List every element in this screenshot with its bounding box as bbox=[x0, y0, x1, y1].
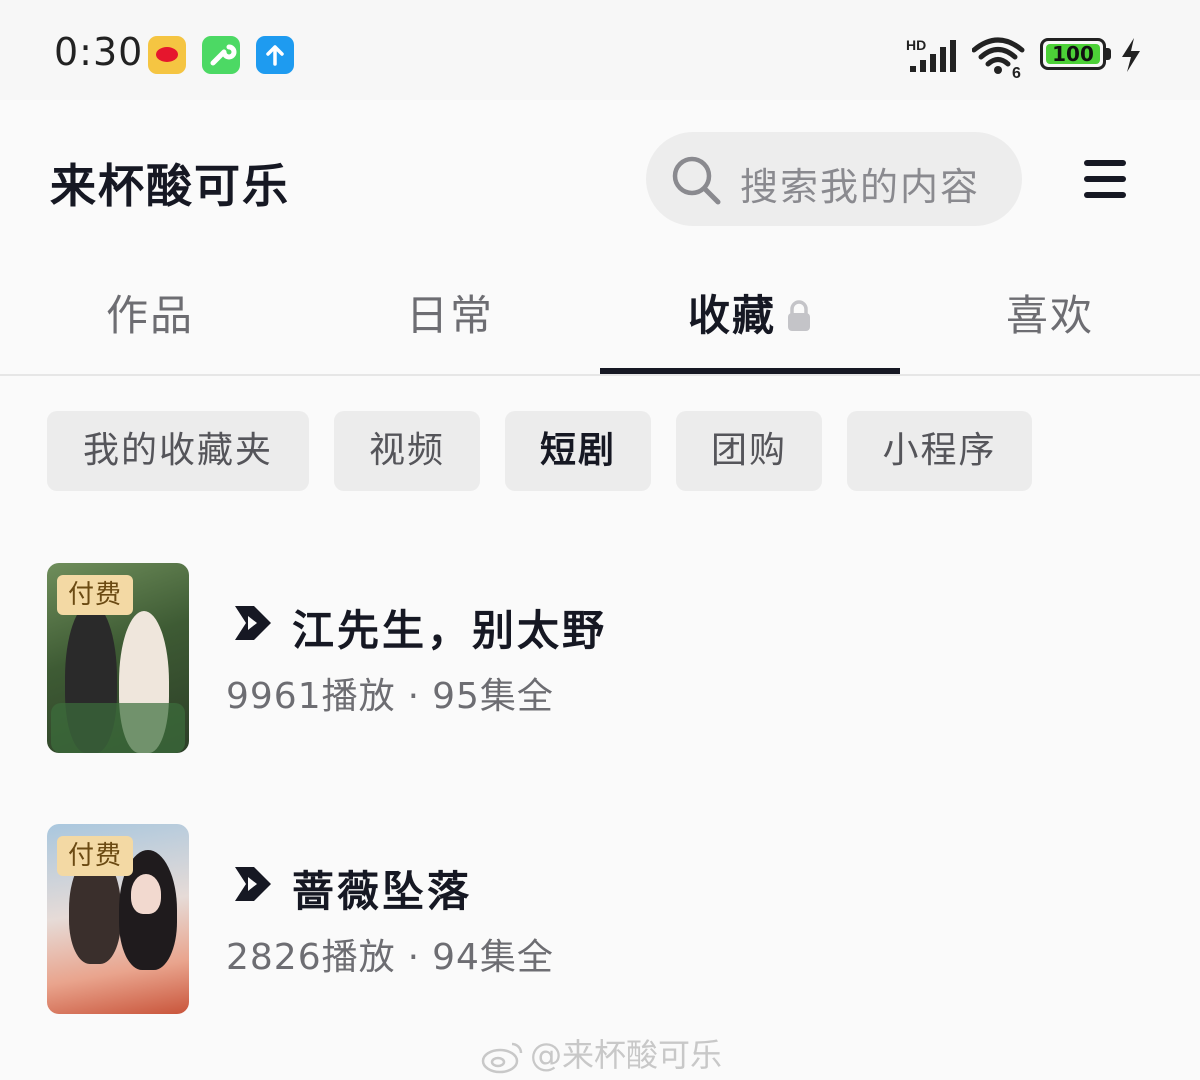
filter-videos[interactable]: 视频 bbox=[334, 411, 480, 491]
paid-badge: 付费 bbox=[57, 836, 133, 876]
menu-icon[interactable] bbox=[1084, 158, 1128, 198]
short-drama-icon bbox=[235, 606, 271, 640]
weibo-logo-icon bbox=[481, 1042, 523, 1074]
status-time: 0:30 bbox=[54, 30, 144, 74]
episode-count: 95集全 bbox=[432, 676, 554, 717]
meta-separator: · bbox=[407, 676, 421, 717]
search-box[interactable]: 搜索我的内容 bbox=[646, 132, 1022, 226]
drama-cover[interactable]: 付费 bbox=[47, 563, 189, 753]
watermark: @来杯酸可乐 bbox=[480, 1030, 722, 1076]
cover-foliage bbox=[51, 703, 185, 753]
search-placeholder: 搜索我的内容 bbox=[740, 165, 981, 209]
status-bar: 0:30 HD 6 100 bbox=[0, 0, 1200, 100]
episode-count: 94集全 bbox=[432, 937, 554, 978]
paid-badge: 付费 bbox=[57, 575, 133, 615]
battery-icon: 100 bbox=[1040, 38, 1106, 70]
tab-label: 日常 bbox=[405, 291, 494, 340]
svg-text:6: 6 bbox=[1012, 65, 1021, 80]
tab-label: 作品 bbox=[105, 291, 194, 340]
upload-notification-icon bbox=[256, 36, 294, 74]
tab-label: 收藏 bbox=[687, 291, 776, 340]
drama-title: 蔷薇坠落 bbox=[292, 867, 473, 916]
filter-mini-programs[interactable]: 小程序 bbox=[847, 411, 1032, 491]
cellular-signal-icon: HD bbox=[906, 37, 956, 72]
profile-name: 来杯酸可乐 bbox=[50, 159, 290, 213]
watermark-text: @来杯酸可乐 bbox=[530, 1036, 723, 1074]
filter-short-dramas[interactable]: 短剧 bbox=[505, 411, 651, 491]
drama-meta: 9961播放 · 95集全 bbox=[226, 667, 554, 719]
lock-icon bbox=[788, 299, 810, 331]
tab-likes[interactable]: 喜欢 bbox=[900, 270, 1200, 372]
svg-text:HD: HD bbox=[906, 37, 926, 53]
battery-level: 100 bbox=[1052, 42, 1094, 66]
tab-works[interactable]: 作品 bbox=[0, 270, 300, 372]
filter-group-buy[interactable]: 团购 bbox=[676, 411, 822, 491]
play-count: 9961播放 bbox=[226, 676, 396, 717]
charging-bolt-icon bbox=[1122, 38, 1140, 72]
search-icon bbox=[672, 156, 721, 205]
list-item[interactable]: 付费 蔷薇坠落 2826播放 · 94集全 bbox=[0, 824, 1200, 1014]
drama-meta: 2826播放 · 94集全 bbox=[226, 928, 554, 980]
filter-my-folders[interactable]: 我的收藏夹 bbox=[47, 411, 309, 491]
drama-title: 江先生，别太野 bbox=[292, 606, 608, 655]
cover-face bbox=[131, 874, 161, 914]
tab-label: 喜欢 bbox=[1005, 291, 1094, 340]
wifi-icon: 6 bbox=[972, 37, 1025, 80]
play-count: 2826播放 bbox=[226, 937, 396, 978]
tab-favorites[interactable]: 收藏 bbox=[600, 270, 900, 372]
weibo-notification-icon bbox=[148, 36, 186, 74]
battery-cap bbox=[1106, 48, 1111, 60]
tab-daily[interactable]: 日常 bbox=[300, 270, 600, 372]
profile-tabs: 作品 日常 收藏 喜欢 bbox=[0, 270, 1200, 376]
active-tab-indicator bbox=[600, 368, 900, 374]
list-item[interactable]: 付费 江先生，别太野 9961播放 · 95集全 bbox=[0, 563, 1200, 753]
meta-separator: · bbox=[407, 937, 421, 978]
short-drama-icon bbox=[235, 867, 271, 901]
drama-cover[interactable]: 付费 bbox=[47, 824, 189, 1014]
wrench-notification-icon bbox=[202, 36, 240, 74]
